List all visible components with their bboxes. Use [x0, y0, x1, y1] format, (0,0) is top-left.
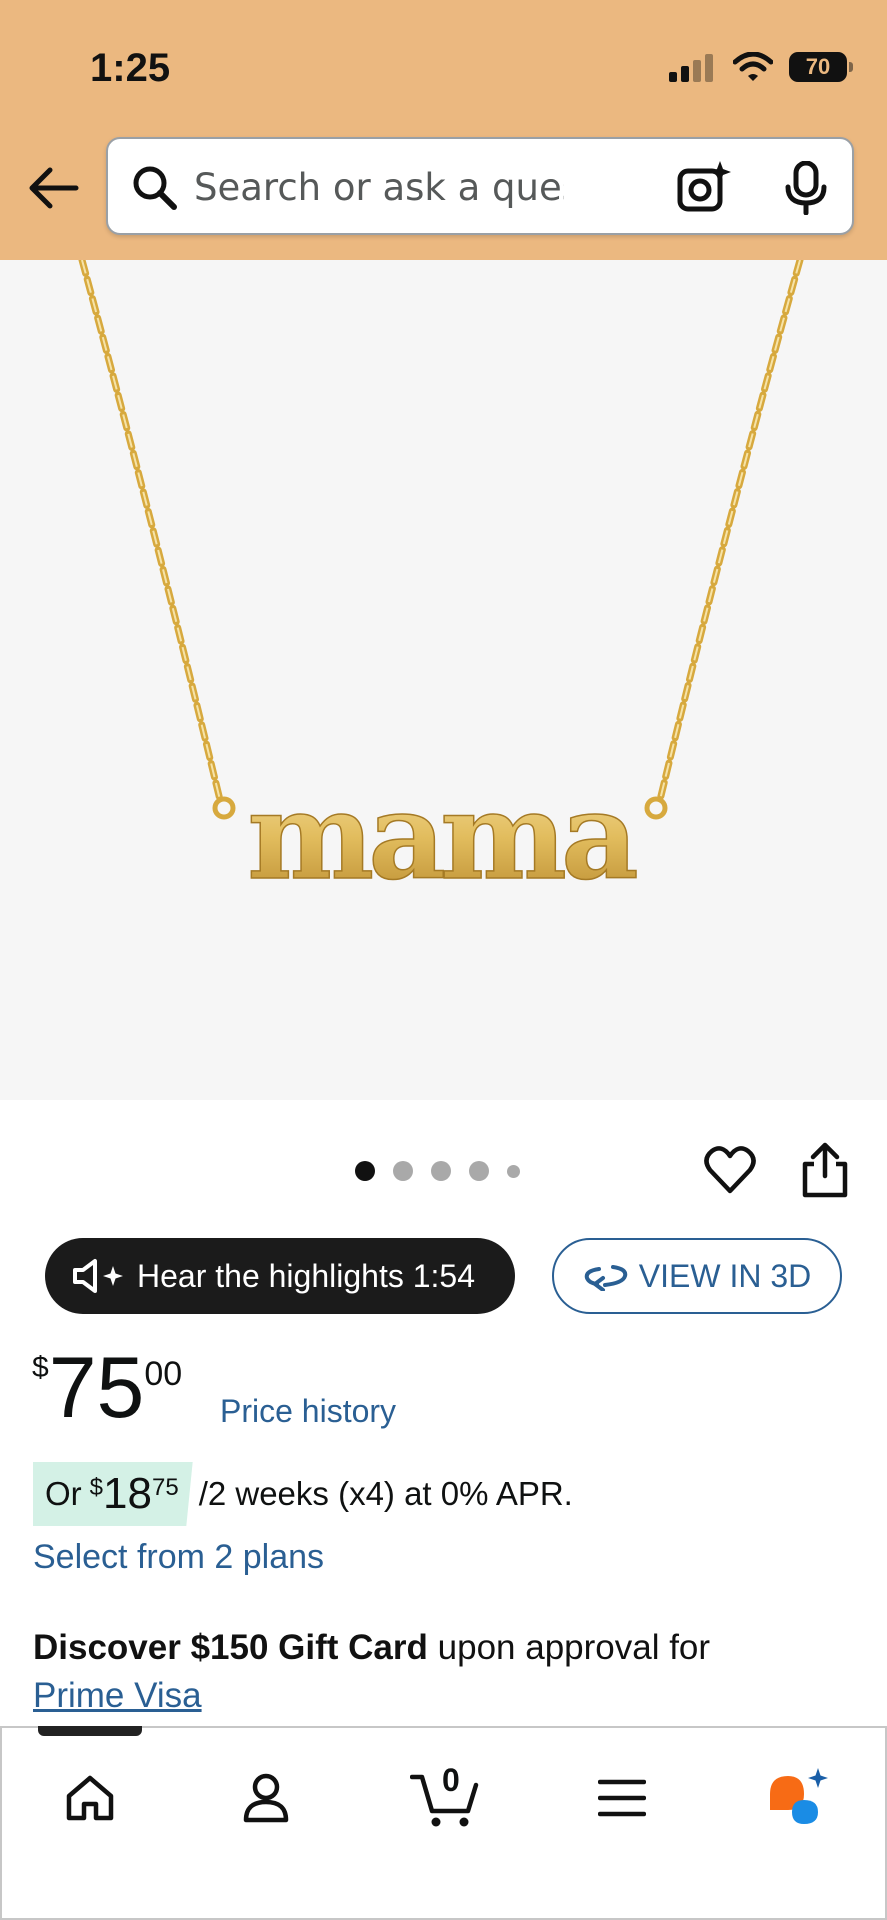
view-in-3d-label: VIEW IN 3D — [638, 1257, 812, 1294]
cart-count: 0 — [442, 1762, 460, 1798]
promo-text: upon approval for — [437, 1628, 711, 1667]
necklace-word: mama — [247, 766, 636, 907]
battery-icon: 70 — [789, 52, 853, 82]
rotate-3d-icon — [584, 1265, 627, 1291]
nav-home[interactable] — [50, 1758, 130, 1838]
select-plans-link[interactable]: Select from 2 plans — [33, 1538, 324, 1577]
nav-cart[interactable]: 0 — [404, 1758, 488, 1838]
carousel-dot[interactable] — [469, 1161, 489, 1181]
gift-card-promo: Discover $150 Gift Card upon approval fo… — [33, 1628, 710, 1668]
installment-fraction: 75 — [151, 1474, 179, 1501]
installment-prefix: Or — [45, 1475, 82, 1512]
active-tab-indicator — [38, 1726, 142, 1736]
bottom-navigation: 0 — [0, 1726, 887, 1920]
carousel-dot[interactable] — [431, 1161, 451, 1181]
carousel-dot[interactable] — [393, 1161, 413, 1181]
speaker-sparkle-icon — [73, 1259, 123, 1293]
carousel-dot[interactable] — [507, 1164, 520, 1178]
person-icon — [243, 1773, 289, 1823]
app-header: 1:25 70 — [0, 0, 887, 260]
installment-whole: 18 — [103, 1469, 152, 1518]
signal-icon — [669, 54, 713, 82]
view-in-3d-button[interactable]: VIEW IN 3D — [552, 1238, 842, 1314]
share-icon[interactable] — [800, 1142, 850, 1198]
search-bar[interactable] — [106, 137, 854, 235]
status-time: 1:25 — [90, 46, 171, 90]
installment-terms: /2 weeks (x4) at 0% APR. — [198, 1475, 573, 1512]
wifi-icon — [733, 52, 773, 81]
product-price: $ 75 00 — [32, 1345, 182, 1431]
rufus-assistant-icon — [770, 1768, 828, 1824]
nav-menu[interactable] — [582, 1758, 662, 1838]
installment-currency: $ — [89, 1474, 104, 1501]
installment-highlight: Or $ 18 75 — [33, 1462, 193, 1526]
nav-account[interactable] — [226, 1758, 306, 1838]
microphone-icon[interactable] — [784, 161, 828, 215]
back-arrow-icon[interactable] — [26, 162, 82, 214]
search-input[interactable] — [194, 157, 564, 217]
hear-highlights-button[interactable]: Hear the highlights 1:54 — [45, 1238, 515, 1314]
necklace-image: mama — [78, 260, 804, 908]
price-currency: $ — [32, 1351, 49, 1384]
prime-visa-link[interactable]: Prime Visa — [33, 1676, 202, 1716]
hear-highlights-label: Hear the highlights 1:54 — [137, 1257, 475, 1294]
search-icon — [133, 166, 177, 210]
camera-search-icon[interactable] — [676, 159, 732, 215]
promo-bold-text: Discover $150 Gift Card — [33, 1628, 428, 1667]
carousel-dot[interactable] — [355, 1161, 375, 1181]
status-icons: 70 — [667, 52, 853, 82]
price-whole: 75 — [48, 1340, 145, 1436]
nav-rufus[interactable] — [758, 1758, 838, 1838]
installment-offer: Or $ 18 75 /2 weeks (x4) at 0% APR. — [33, 1462, 573, 1526]
menu-icon — [598, 1779, 646, 1817]
image-carousel-dots — [355, 1161, 520, 1181]
product-image[interactable]: mama — [0, 260, 887, 1100]
home-icon — [66, 1775, 114, 1821]
price-history-link[interactable]: Price history — [220, 1393, 396, 1430]
heart-icon[interactable] — [704, 1145, 756, 1195]
price-fraction: 00 — [144, 1355, 183, 1393]
